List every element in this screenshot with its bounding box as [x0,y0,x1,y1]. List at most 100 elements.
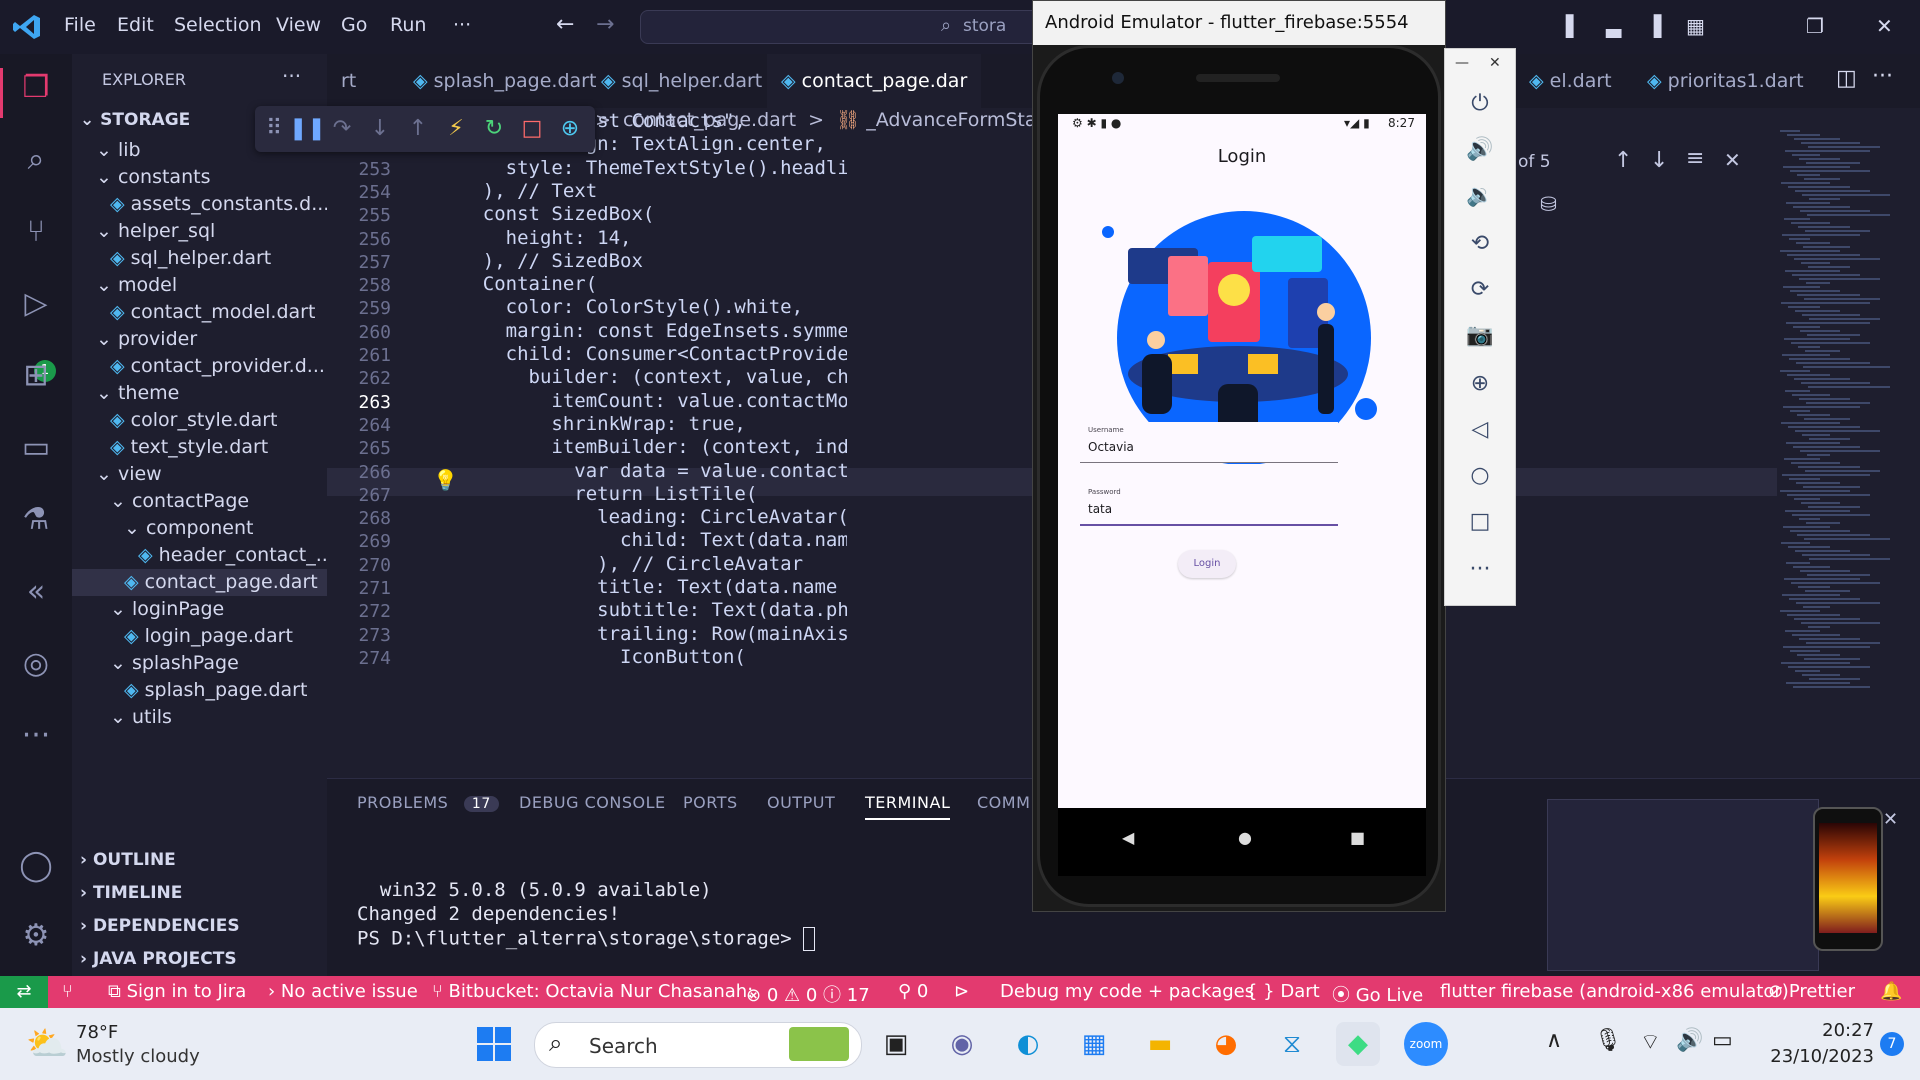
volume-up-icon[interactable]: 🔊 [1465,135,1495,165]
file-item[interactable]: ◈ assets_constants.d... [72,191,365,218]
gear-icon[interactable]: ⚙ [16,916,56,956]
home-icon[interactable]: ○ [1465,461,1495,491]
remote-explorer-icon[interactable]: ▭ [16,428,56,468]
editor-tab[interactable]: ◈ sql_helper.dart [587,54,776,108]
breadcrumb-symbol[interactable]: _AdvanceFormState [866,109,1055,131]
file-item[interactable]: ◈ sql_helper.dart [72,245,365,272]
editor-tab[interactable]: rt [327,54,370,108]
run-debug-icon[interactable]: ▷ [16,284,56,324]
terminal-prompt[interactable]: PS D:\flutter_alterra\storage\storage> [357,927,816,951]
edge-icon[interactable]: ◐ [1006,1022,1050,1066]
flutter-icon[interactable]: « [16,572,56,612]
power-icon[interactable]: ⏻ [1465,89,1495,119]
split-editor-icon[interactable]: ◫ [1836,66,1857,91]
tab-debug-console[interactable]: DEBUG CONSOLE [519,793,666,812]
file-explorer-icon[interactable]: ▬ [1138,1022,1182,1066]
clock-time[interactable]: 20:27 [1774,1020,1874,1041]
folder-item[interactable]: ⌄ view [72,461,351,488]
windows-start-icon[interactable] [472,1022,516,1066]
search-db-icon[interactable]: ⛁ [1540,192,1557,216]
weather-desc[interactable]: Mostly cloudy [76,1046,200,1067]
restore-window-icon[interactable]: ❐ [1806,14,1824,38]
menu-go[interactable]: Go [341,14,367,36]
zoom-icon[interactable]: ⊕ [1465,369,1495,399]
overview-icon[interactable]: □ [1465,507,1495,537]
command-center-search[interactable]: ⌕ stora [640,10,1042,44]
tab-comments[interactable]: COMM [977,793,1030,812]
thumbnail-close-icon[interactable]: ✕ [1883,809,1898,830]
firefox-icon[interactable]: ◕ [1204,1022,1248,1066]
clock-date[interactable]: 23/10/2023 [1754,1046,1874,1067]
microphone-icon[interactable]: 🎙 [1594,1028,1622,1053]
screenshot-icon[interactable]: 📷 [1465,321,1495,351]
file-item[interactable]: ◈ contact_provider.d... [72,353,365,380]
tab-ports[interactable]: PORTS [683,793,738,812]
wifi-icon[interactable]: ⌔ [1640,1028,1661,1056]
outline-section[interactable]: › OUTLINE [72,844,335,877]
timeline-section[interactable]: › TIMELINE [72,877,335,910]
restart-icon[interactable]: ↻ [479,114,509,144]
nav-home-icon[interactable]: ● [1238,828,1252,847]
rotate-left-icon[interactable]: ⟲ [1465,229,1495,259]
rotate-right-icon[interactable]: ⟳ [1465,275,1495,305]
toggle-secondary-sidebar-icon[interactable]: ▐ [1646,14,1661,38]
flutter-device[interactable]: flutter firebase (android-x86 emulator) [1440,981,1789,1002]
file-item[interactable]: ◈ text_style.dart [72,434,365,461]
minimize-emulator-icon[interactable]: — [1455,55,1469,71]
toggle-panel-icon[interactable]: ▃ [1606,14,1621,38]
volume-down-icon[interactable]: 🔉 [1465,181,1495,211]
folder-item[interactable]: ⌄ helper_sql [72,218,351,245]
folder-item[interactable]: ⌄ loginPage [72,596,365,623]
username-field[interactable]: Username Octavia [1080,422,1338,463]
tab-problems[interactable]: PROBLEMS 17 [357,793,499,812]
phone-thumbnail[interactable] [1813,807,1883,951]
debug-status-icon[interactable]: ⊳ [954,981,969,1002]
drag-handle-icon[interactable]: ⠿ [259,114,289,144]
devtools-icon[interactable]: ⊕ [555,114,585,144]
close-emulator-icon[interactable]: ✕ [1489,55,1501,71]
step-into-icon[interactable]: ↓ [365,114,395,144]
explorer-icon[interactable]: ❐ [16,68,56,108]
dependencies-section[interactable]: › DEPENDENCIES [72,910,335,943]
task-view-icon[interactable]: ▣ [874,1022,918,1066]
weather-temp[interactable]: 78°F [76,1022,118,1043]
editor-tab[interactable]: ◈ prioritas1.dart [1633,54,1818,108]
notifications-icon[interactable]: 🔔 [1880,981,1902,1002]
nav-back-icon[interactable]: ◀ [1122,828,1134,847]
battery-icon[interactable]: ▭ [1712,1028,1733,1053]
step-out-icon[interactable]: ↑ [403,114,433,144]
back-arrow-icon[interactable]: ← [556,12,574,37]
folder-item[interactable]: ⌄ theme [72,380,351,407]
vscode-thumbnail[interactable] [1547,799,1819,971]
teams-icon[interactable]: ◉ [940,1022,984,1066]
testing-icon[interactable]: ⚗ [16,500,56,540]
file-item[interactable]: ◈ color_style.dart [72,407,365,434]
close-window-icon[interactable]: ✕ [1876,14,1893,38]
folder-item[interactable]: ⌄ utils [72,704,365,731]
menu-more[interactable]: ··· [453,14,471,36]
java-projects-section[interactable]: › JAVA PROJECTS [72,943,335,976]
ports-status[interactable]: ⚲ 0 [898,981,928,1002]
language-mode[interactable]: { } Dart [1246,981,1320,1002]
jira-sign-in[interactable]: ⧉ Sign in to Jira [108,981,246,1002]
step-over-icon[interactable]: ↷ [327,114,357,144]
breadcrumb-file[interactable]: contact_page.dart [623,109,796,131]
menu-run[interactable]: Run [390,14,426,36]
editor-tab[interactable]: ◈ splash_page.dart [399,54,610,108]
file-item[interactable]: ◈ contact_model.dart [72,299,365,326]
folder-item[interactable]: ⌄ contactPage [72,488,365,515]
vscode-taskbar-icon[interactable]: ⧖ [1270,1022,1314,1066]
phone-screen[interactable]: ⚙ ✱ ▮ ● ▾◢ ▮ 8:27 Login Username Octavia… [1058,114,1426,808]
menu-selection[interactable]: Selection [174,14,262,36]
taskbar-search[interactable]: ⌕ Search [534,1022,862,1068]
folder-item[interactable]: ⌄ model [72,272,351,299]
stop-icon[interactable]: □ [517,114,547,144]
store-icon[interactable]: ▦ [1072,1022,1116,1066]
go-live-button[interactable]: ⦿ Go Live [1332,981,1423,1007]
hot-reload-icon[interactable]: ⚡ [441,114,471,144]
search-icon[interactable]: ⌕ [16,140,56,180]
android-studio-icon[interactable]: ◆ [1336,1022,1380,1066]
menu-view[interactable]: View [276,14,321,36]
problems-status[interactable]: ⊗ 0 ⚠ 0 ⓘ 17 [746,981,870,1007]
docker-icon[interactable]: ◎ [16,644,56,684]
